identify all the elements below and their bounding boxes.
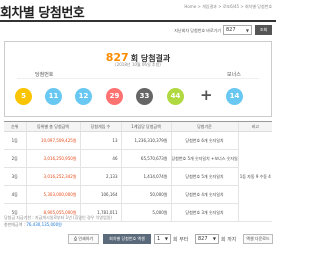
total-sales-label: 총판매금액 : <box>4 222 26 227</box>
per-game-prize-cell: 1,414,074원 <box>120 167 171 186</box>
per-game-prize-cell: 5,000원 <box>120 203 171 222</box>
winner-count-cell: 106,164 <box>79 185 121 204</box>
printer-icon: ⎙ <box>73 236 78 241</box>
total-sales-value: 76,430,135,000원 <box>26 222 62 227</box>
rank-cell: 3등 <box>4 167 26 186</box>
column-header: 1게임당 당첨금액 <box>120 121 171 132</box>
number-ball: 5 <box>15 88 32 105</box>
breadcrumb: Home > 게임결과 > 로또6/45 > 회차별 당첨번호 <box>184 4 272 9</box>
table-header-row: 순위 등위별 총 당첨금액 당첨게임 수 1게임당 당첨금액 당첨기준 비고 <box>4 121 272 132</box>
print-button[interactable]: ⎙ 인쇄하기 <box>68 234 99 244</box>
column-header: 등위별 총 당첨금액 <box>25 121 80 132</box>
bottom-toolbar: ⎙ 인쇄하기 회차별 당첨번호 엑셀 1 ▼ 회 부터 827 ▼ 회 까지 엑… <box>0 234 276 248</box>
number-ball: 12 <box>75 88 92 105</box>
per-game-prize-cell: 1,236,310,379원 <box>120 131 171 150</box>
to-round-value: 827 <box>198 236 208 242</box>
payout-deadline-note: 당첨금 지급기한 : 지급개시일로부터 1년 (휴일인 경우 익영업일) <box>4 215 112 220</box>
total-prize-cell: 10,097,509,425원 <box>25 131 80 150</box>
print-button-label: 인쇄하기 <box>78 236 94 241</box>
number-ball: 44 <box>167 88 184 105</box>
chevron-down-icon: ▼ <box>245 28 249 33</box>
result-panel: 827 회 당첨결과 (2018년 10월 06일 추첨) 당첨번호 보너스 5 … <box>4 41 272 117</box>
column-header: 비고 <box>237 121 272 132</box>
to-round-select[interactable]: 827 ▼ <box>195 234 219 244</box>
number-ball: 11 <box>45 88 62 105</box>
table-row: 3등 3,016,252,342원 2,133 1,414,074원 당첨번호 … <box>4 167 272 186</box>
title-divider <box>0 20 276 22</box>
from-round-value: 1 <box>157 236 161 242</box>
column-header: 순위 <box>4 121 26 132</box>
rank-cell: 4등 <box>4 185 26 204</box>
number-ball: 33 <box>136 88 153 105</box>
winner-count-cell: 2,133 <box>79 167 121 186</box>
label-divider <box>17 78 259 79</box>
draw-date: (2018년 10월 06일 추첨) <box>115 62 161 67</box>
total-prize-cell: 3,016,250,950원 <box>25 149 80 168</box>
chevron-down-icon: ▼ <box>212 236 216 241</box>
excel-download-button[interactable]: 엑셀 다운로드 <box>243 234 273 244</box>
bonus-label: 보너스 <box>227 72 241 78</box>
bonus-ball: 14 <box>226 88 243 105</box>
plus-icon: + <box>200 86 213 104</box>
round-selector-label: 지난회차 당첨번호 바로가기 <box>174 28 221 33</box>
prize-table: 순위 등위별 총 당첨금액 당첨게임 수 1게임당 당첨금액 당첨기준 비고 1… <box>4 121 272 222</box>
per-game-prize-cell: 50,000원 <box>120 185 171 204</box>
round-selector-row: 지난회차 당첨번호 바로가기 827 ▼ 조회 <box>0 25 272 36</box>
round-select[interactable]: 827 ▼ <box>223 25 252 35</box>
table-row: 4등 5,303,000,000원 106,164 50,000원 당첨번호 4… <box>4 185 272 204</box>
criteria-cell: 당첨번호 4개 숫자일치 <box>170 185 238 204</box>
search-button[interactable]: 조회 <box>255 25 272 35</box>
per-game-prize-cell: 65,570,673원 <box>120 149 171 168</box>
winner-count-cell: 13 <box>79 131 121 150</box>
criteria-cell: 당첨번호 3개 숫자일치 <box>170 203 238 222</box>
winner-count-cell: 46 <box>79 149 121 168</box>
column-header: 당첨기준 <box>170 121 238 132</box>
rank-cell: 2등 <box>4 149 26 168</box>
round-select-value: 827 <box>226 27 236 33</box>
winning-numbers-label: 당첨번호 <box>35 72 54 78</box>
page-title: 회차별 당첨번호 <box>0 6 85 21</box>
rank-cell: 1등 <box>4 131 26 150</box>
total-sales-note: 총판매금액 : 76,430,135,000원 <box>4 222 62 228</box>
to-round-suffix: 회 까지 <box>221 237 237 243</box>
from-round-suffix: 회 부터 <box>173 237 189 243</box>
criteria-cell: 당첨번호 5개 숫자일치 <box>170 167 238 186</box>
number-ball: 29 <box>106 88 123 105</box>
total-prize-cell: 3,016,252,342원 <box>25 167 80 186</box>
table-row: 1등 10,097,509,425원 13 1,236,310,379원 당첨번… <box>4 131 272 222</box>
table-row: 2등 3,016,250,950원 46 65,570,673원 당첨번호 5개… <box>4 149 272 168</box>
criteria-cell: 당첨번호 6개 숫자일치 <box>170 131 238 150</box>
chevron-down-icon: ▼ <box>164 236 168 241</box>
excel-stats-button[interactable]: 회차별 당첨번호 엑셀 <box>103 234 151 244</box>
criteria-cell: 당첨번호 5개 숫자일치 +보너스 숫자일치 <box>170 149 238 168</box>
note-cell: 1등 자동 9 수동 4 <box>237 131 272 222</box>
total-prize-cell: 5,303,000,000원 <box>25 185 80 204</box>
from-round-select[interactable]: 1 ▼ <box>154 234 171 244</box>
column-header: 당첨게임 수 <box>79 121 121 132</box>
